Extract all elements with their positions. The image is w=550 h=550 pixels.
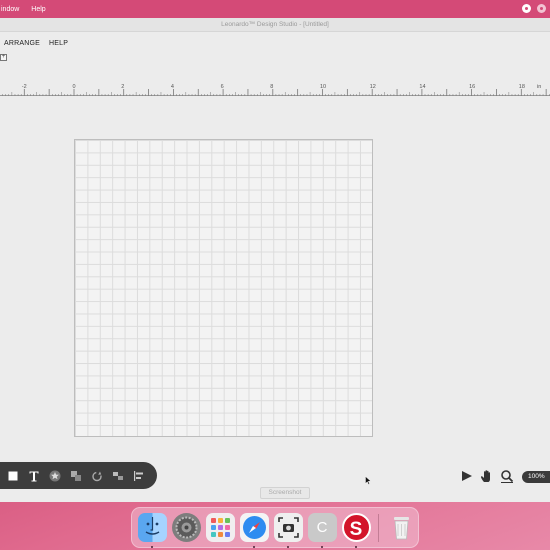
dock-app-c[interactable]: C	[306, 511, 338, 548]
menubar-item-window[interactable]: indow	[0, 6, 25, 13]
select-arrow-icon[interactable]	[460, 469, 474, 483]
ruler-tick-label: 6	[221, 84, 224, 90]
group-icon[interactable]	[111, 469, 125, 483]
canvas-area[interactable]	[0, 97, 550, 497]
trash-icon	[387, 513, 416, 542]
gear-icon	[171, 513, 201, 542]
navigation-tools	[460, 469, 514, 483]
ruler-tick-label: 18	[519, 84, 525, 90]
ruler-tick-label: 4	[171, 84, 174, 90]
dock-tooltip: Screenshot	[260, 487, 310, 499]
dock-finder[interactable]	[136, 511, 168, 548]
hand-pan-icon[interactable]	[480, 469, 494, 483]
zoom-level-button[interactable]: 100%	[522, 471, 550, 483]
mouse-cursor-icon	[365, 476, 371, 485]
dock-launchpad[interactable]	[204, 511, 236, 545]
ruler-tick-label: 16	[469, 84, 475, 90]
text-icon[interactable]	[27, 469, 41, 483]
menu-arrange[interactable]: ARRANGE	[4, 40, 40, 47]
ruler-tick-label: 2	[121, 84, 124, 90]
dock-safari[interactable]	[238, 511, 270, 548]
dock-screenshot[interactable]	[272, 511, 304, 548]
ruler-corner-row: +	[0, 54, 550, 64]
macos-menubar: indow Help	[0, 0, 550, 18]
shapes-icon[interactable]	[69, 469, 83, 483]
camera-icon	[273, 513, 303, 542]
horizontal-ruler: -2 0 2 4 6 8 10 12 14 16 18 in	[0, 82, 550, 96]
ruler-tick-label: 8	[270, 84, 273, 90]
add-icon[interactable]: +	[0, 54, 7, 61]
ruler-tick-label: 0	[73, 84, 76, 90]
running-indicator	[321, 545, 323, 548]
control-center-icon[interactable]	[537, 4, 546, 13]
app-menu-bar: ARRANGE HELP	[0, 32, 550, 54]
leonardo-s-logo-icon: S	[341, 513, 371, 542]
menubar-item-help[interactable]: Help	[25, 6, 51, 13]
menu-help[interactable]: HELP	[49, 40, 68, 47]
star-icon[interactable]	[48, 469, 62, 483]
rotate-icon[interactable]	[90, 469, 104, 483]
ruler-unit-label: in	[537, 84, 541, 90]
running-indicator	[151, 545, 153, 548]
align-icon[interactable]	[132, 469, 146, 483]
dock-trash[interactable]	[385, 511, 417, 545]
macos-dock: C S	[131, 507, 419, 548]
ruler-svg: -2 0 2 4 6 8 10 12 14 16 18 in	[2, 84, 550, 96]
ruler-tick-label: 12	[370, 84, 376, 90]
compass-icon	[239, 513, 269, 542]
record-status-icon[interactable]	[522, 4, 531, 13]
ruler-tick-label: -2	[22, 84, 27, 90]
dock-system-preferences[interactable]	[170, 511, 202, 545]
drawing-toolbar	[0, 462, 157, 489]
zoom-magnifier-icon[interactable]	[500, 469, 514, 483]
running-indicator	[287, 545, 289, 548]
dock-leonardo[interactable]: S	[340, 511, 372, 548]
menubar-status-icons	[522, 4, 546, 13]
ruler-tick-label: 14	[419, 84, 425, 90]
ruler-tick-label: 10	[320, 84, 326, 90]
window-title: Leonardo™ Design Studio - [Untitled]	[0, 18, 550, 32]
dock-separator	[378, 513, 379, 542]
running-indicator	[355, 545, 357, 548]
letter-c-icon: C	[307, 513, 337, 542]
rectangle-icon[interactable]	[6, 469, 20, 483]
app-window: Leonardo™ Design Studio - [Untitled] ARR…	[0, 18, 550, 502]
running-indicator	[253, 545, 255, 548]
launchpad-grid-icon	[205, 513, 235, 542]
finder-icon	[137, 513, 167, 542]
artboard-grid[interactable]	[74, 139, 373, 437]
